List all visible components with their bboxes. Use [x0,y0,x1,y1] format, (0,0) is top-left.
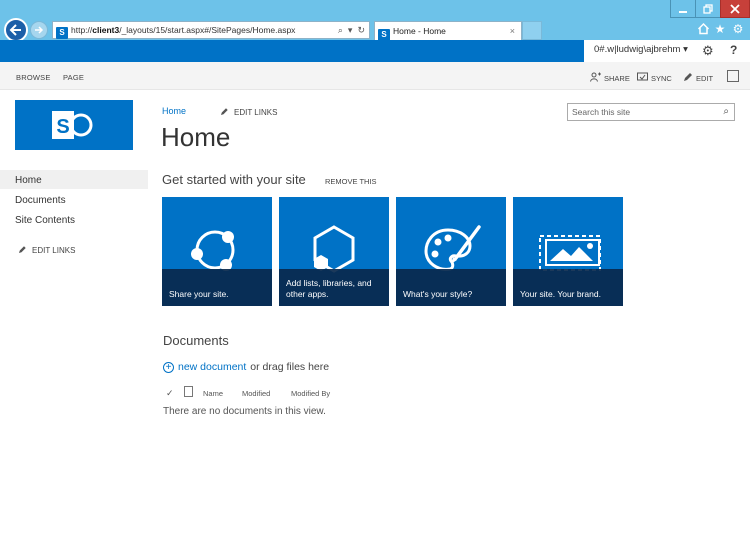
edit-label: EDIT [696,74,714,83]
documents-heading: Documents [163,333,229,348]
new-tab-button[interactable] [522,21,542,40]
restore-button[interactable] [695,0,721,18]
ribbon: BROWSE PAGE SHARE SYNC EDIT [0,62,750,90]
url-text: http://client3/_layouts/15/start.aspx#/S… [71,25,296,35]
site-settings-gear-icon[interactable]: ⚙ [702,43,714,59]
new-document-link[interactable]: new document [178,361,246,373]
dropdown-icon[interactable]: ▾ [348,22,353,38]
tab-close-icon[interactable]: × [510,22,515,40]
back-arrow-icon [9,24,21,36]
browser-chrome: S http://client3/_layouts/15/start.aspx#… [0,0,750,42]
sharepoint-logo-icon: S [52,111,93,139]
svg-text:S: S [56,116,69,138]
new-document-row: + new document or drag files here [163,361,329,373]
tile-caption: What's your style? [396,269,506,306]
tile-caption: Share your site. [162,269,272,306]
select-all-check-icon[interactable]: ✓ [166,388,174,399]
tile-share-site[interactable]: Share your site. [162,197,272,306]
refresh-icon[interactable]: ↻ [357,22,365,38]
home-icon[interactable] [696,22,710,36]
leftnav-edit-links-label: EDIT LINKS [32,246,76,255]
site-logo[interactable]: S [15,100,133,150]
tab-browse[interactable]: BROWSE [16,73,51,82]
share-label: SHARE [604,74,630,83]
tile-caption: Add lists, libraries, and other apps. [279,269,389,306]
get-started-heading: Get started with your site [162,172,306,187]
pencil-icon [683,72,693,85]
sync-icon [637,72,648,85]
minimize-icon [679,10,687,13]
remove-this-link[interactable]: REMOVE THIS [325,177,377,186]
drag-files-hint: or drag files here [250,361,330,373]
minimize-button[interactable] [670,0,696,18]
column-modified[interactable]: Modified [242,389,270,398]
tile-your-brand[interactable]: Your site. Your brand. [513,197,623,306]
search-placeholder: Search this site [572,107,631,117]
edit-button[interactable]: EDIT [683,72,713,85]
leftnav-item-home[interactable]: Home [15,175,42,186]
column-modified-by[interactable]: Modified By [291,389,330,398]
search-icon[interactable]: ⌕ [338,22,343,38]
leftnav-item-documents[interactable]: Documents [15,195,66,206]
search-input[interactable]: Search this site ⌕ [567,103,735,121]
share-button[interactable]: SHARE [590,72,630,85]
tab-title: Home - Home [393,26,446,36]
favorites-star-icon[interactable]: ★ [713,22,727,36]
settings-gear-icon[interactable]: ⚙ [731,22,745,36]
document-type-icon [184,386,193,397]
page-title: Home [161,122,231,152]
pencil-icon [18,245,27,256]
top-edit-links-label: EDIT LINKS [234,108,278,117]
help-icon[interactable]: ? [730,43,737,57]
tile-add-apps[interactable]: Add lists, libraries, and other apps. [279,197,389,306]
empty-view-message: There are no documents in this view. [163,406,326,417]
address-bar[interactable]: S http://client3/_layouts/15/start.aspx#… [52,21,370,39]
suite-bar: 0#.w|ludwig\ajbrehm ▾ ⚙ ? [0,40,750,62]
search-icon[interactable]: ⌕ [723,104,729,120]
leftnav-edit-links[interactable]: EDIT LINKS [18,245,75,256]
close-window-button[interactable] [720,0,750,18]
sync-label: SYNC [651,74,672,83]
user-menu[interactable]: 0#.w|ludwig\ajbrehm ▾ [594,44,688,55]
back-button[interactable] [4,18,28,42]
breadcrumb-home[interactable]: Home [162,106,186,116]
plus-circle-icon[interactable]: + [163,361,174,373]
tile-caption: Your site. Your brand. [513,269,623,306]
close-icon [730,3,740,14]
column-name[interactable]: Name [203,389,223,398]
forward-button[interactable] [30,21,48,39]
share-icon [590,72,601,85]
browser-tab-home[interactable]: S Home - Home × [374,21,522,41]
suite-bar-brand-strip [0,40,584,62]
sharepoint-favicon: S [56,24,68,40]
pencil-icon [220,107,229,118]
sync-button[interactable]: SYNC [637,72,672,85]
tab-page[interactable]: PAGE [63,73,84,82]
tile-whats-your-style[interactable]: What's your style? [396,197,506,306]
top-edit-links[interactable]: EDIT LINKS [220,107,277,118]
restore-icon [703,3,713,14]
leftnav-item-site-contents[interactable]: Site Contents [15,215,75,226]
forward-arrow-icon [35,26,44,34]
focus-on-content-icon[interactable] [727,70,739,82]
